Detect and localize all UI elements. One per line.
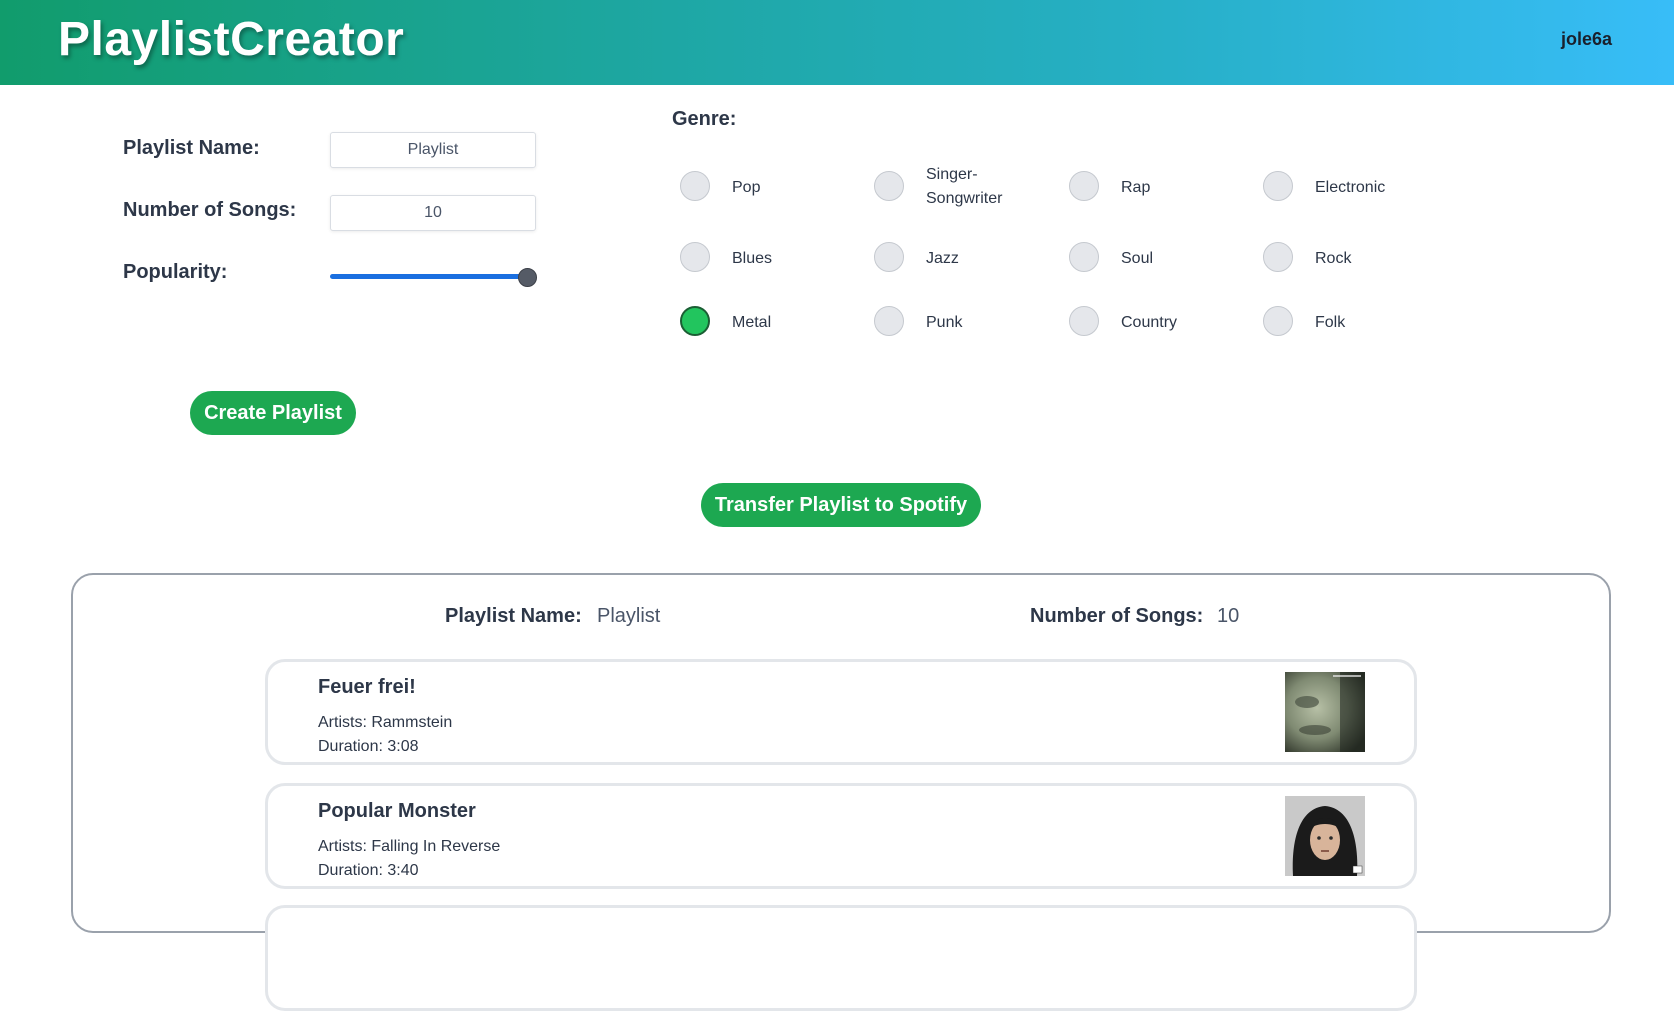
genre-option-punk[interactable]: Punk [866, 300, 1056, 344]
radio-button[interactable] [874, 242, 904, 272]
song-card[interactable] [265, 905, 1417, 1011]
genre-option-soul[interactable]: Soul [1061, 236, 1251, 280]
genre-option-electronic[interactable]: Electronic [1255, 165, 1445, 209]
radio-button[interactable] [1069, 242, 1099, 272]
song-duration: Duration: 3:40 [318, 862, 419, 879]
create-playlist-button[interactable]: Create Playlist [190, 391, 356, 435]
genre-option-rock[interactable]: Rock [1255, 236, 1445, 280]
num-songs-input[interactable] [330, 195, 536, 231]
playlist-name-input[interactable] [330, 132, 536, 168]
radio-button[interactable] [1069, 171, 1099, 201]
genre-label: Blues [732, 250, 773, 267]
genre-label: Pop [732, 179, 761, 196]
song-artists: Artists: Rammstein [318, 714, 453, 731]
genre-label: Punk [926, 314, 963, 331]
radio-button[interactable] [1069, 306, 1099, 336]
song-title: Popular Monster [318, 800, 476, 822]
result-num-songs-label: Number of Songs: [1030, 605, 1204, 627]
genre-option-jazz[interactable]: Jazz [866, 236, 1056, 280]
popularity-slider[interactable] [330, 268, 538, 287]
genre-label: Country [1121, 314, 1178, 331]
genre-label: Rap [1121, 179, 1151, 196]
radio-button[interactable] [874, 306, 904, 336]
num-songs-label: Number of Songs: [123, 199, 297, 221]
genre-label: Singer-Songwriter [926, 166, 1003, 207]
username[interactable]: jole6a [1561, 29, 1612, 50]
transfer-to-spotify-button[interactable]: Transfer Playlist to Spotify [701, 483, 981, 527]
slider-thumb[interactable] [518, 268, 537, 287]
genre-option-rap[interactable]: Rap [1061, 165, 1251, 209]
genre-option-folk[interactable]: Folk [1255, 300, 1445, 344]
genre-label: Soul [1121, 250, 1154, 267]
album-cover-image [1285, 672, 1365, 752]
genre-label: Folk [1315, 314, 1346, 331]
radio-button[interactable] [1263, 171, 1293, 201]
result-num-songs-value: 10 [1217, 605, 1240, 627]
genre-label: Rock [1315, 250, 1352, 267]
result-playlist-name-label: Playlist Name: [445, 605, 582, 627]
song-title: Feuer frei! [318, 676, 416, 698]
radio-button[interactable] [874, 171, 904, 201]
genre-option-country[interactable]: Country [1061, 300, 1251, 344]
genre-option-metal[interactable]: Metal [672, 300, 862, 344]
song-duration: Duration: 3:08 [318, 738, 419, 755]
radio-button[interactable] [680, 171, 710, 201]
album-cover-image [1285, 796, 1365, 876]
radio-button-selected[interactable] [680, 306, 710, 336]
genre-label: Jazz [926, 250, 959, 267]
app-title: PlaylistCreator [58, 13, 405, 66]
genre-option-singer-songwriter[interactable]: Singer-Songwriter [866, 165, 1056, 209]
playlist-name-label: Playlist Name: [123, 137, 260, 159]
radio-button[interactable] [1263, 242, 1293, 272]
genre-title: Genre: [672, 108, 737, 130]
song-card[interactable]: Feuer frei! Artists: Rammstein Duration:… [265, 659, 1417, 765]
radio-button[interactable] [1263, 306, 1293, 336]
genre-option-pop[interactable]: Pop [672, 165, 862, 209]
popularity-label: Popularity: [123, 261, 228, 283]
genre-option-blues[interactable]: Blues [672, 236, 862, 280]
genre-label: Electronic [1315, 179, 1386, 196]
result-playlist-name-value: Playlist [597, 605, 661, 627]
genre-label: Metal [732, 314, 772, 331]
song-artists: Artists: Falling In Reverse [318, 838, 501, 855]
song-card[interactable]: Popular Monster Artists: Falling In Reve… [265, 783, 1417, 889]
app-header: PlaylistCreator jole6a [0, 0, 1674, 85]
radio-button[interactable] [680, 242, 710, 272]
slider-track [330, 274, 528, 279]
